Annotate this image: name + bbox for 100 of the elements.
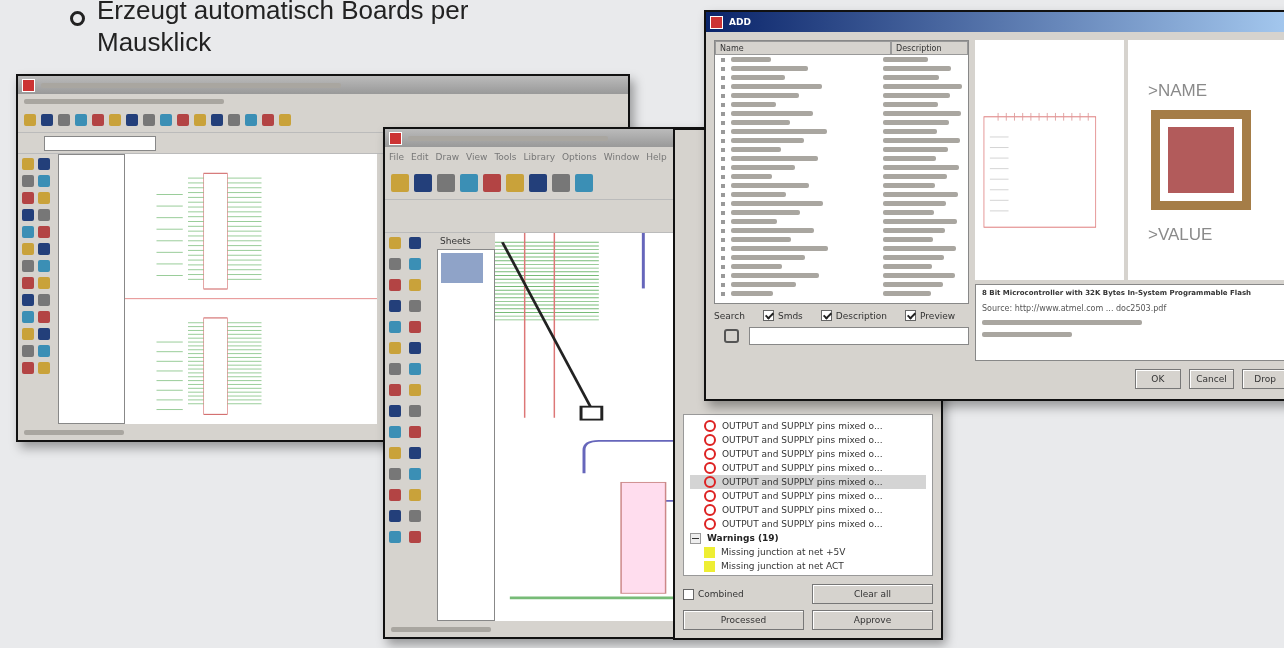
blurred-text <box>731 174 772 179</box>
tool-icon[interactable] <box>38 345 50 357</box>
toolbar-icon[interactable] <box>262 114 274 126</box>
toolbar-icon[interactable] <box>211 114 223 126</box>
search-field[interactable] <box>749 327 969 345</box>
tool-icon[interactable] <box>38 260 50 272</box>
toolbar-icon[interactable] <box>126 114 138 126</box>
error-row[interactable]: OUTPUT and SUPPLY pins mixed o... <box>690 503 926 517</box>
warning-icon <box>704 546 715 558</box>
tool-icon[interactable] <box>409 405 421 417</box>
option-checkbox[interactable]: Preview <box>905 310 956 321</box>
tool-icon[interactable] <box>389 321 401 333</box>
tool-icon[interactable] <box>22 362 34 374</box>
tool-icon[interactable] <box>409 258 421 270</box>
tool-icon[interactable] <box>389 258 401 270</box>
error-row[interactable]: OUTPUT and SUPPLY pins mixed o... <box>690 447 926 461</box>
tool-icon[interactable] <box>38 175 50 187</box>
error-row[interactable]: OUTPUT and SUPPLY pins mixed o... <box>690 489 926 503</box>
toolbar-icon[interactable] <box>143 114 155 126</box>
column-header[interactable]: Name <box>715 41 891 55</box>
tool-icon[interactable] <box>409 342 421 354</box>
tool-icon[interactable] <box>22 345 34 357</box>
tool-icon[interactable] <box>409 321 421 333</box>
toolbar-icon[interactable] <box>75 114 87 126</box>
tool-icon[interactable] <box>38 226 50 238</box>
tool-icon[interactable] <box>38 328 50 340</box>
tool-icon[interactable] <box>389 489 401 501</box>
tool-icon[interactable] <box>409 447 421 459</box>
toolbar-icon[interactable] <box>41 114 53 126</box>
error-row[interactable]: OUTPUT and SUPPLY pins mixed o... <box>690 517 926 531</box>
error-row[interactable]: OUTPUT and SUPPLY pins mixed o... <box>690 475 926 489</box>
error-icon <box>704 504 716 516</box>
blurred-text <box>883 255 944 260</box>
warning-row[interactable]: Missing junction at net +5V <box>690 545 926 559</box>
warning-row[interactable]: Missing junction at net ACT <box>690 559 926 573</box>
tool-icon[interactable] <box>38 311 50 323</box>
tool-icon[interactable] <box>22 192 34 204</box>
error-icon <box>704 434 716 446</box>
tool-icon[interactable] <box>22 294 34 306</box>
error-row[interactable]: OUTPUT and SUPPLY pins mixed o... <box>690 419 926 433</box>
sheet-thumbnail[interactable] <box>441 253 483 283</box>
tool-icon[interactable] <box>409 363 421 375</box>
dialog-button[interactable]: Cancel <box>1188 369 1235 389</box>
clear-all-button[interactable]: Clear all <box>812 584 933 604</box>
dialog-button[interactable]: OK <box>1135 369 1181 389</box>
tree-group[interactable]: Warnings (19) <box>690 531 926 545</box>
tool-icon[interactable] <box>22 226 34 238</box>
option-checkbox[interactable]: Description <box>820 310 888 321</box>
tool-icon[interactable] <box>22 311 34 323</box>
error-row[interactable]: OUTPUT and SUPPLY pins mixed o... <box>690 433 926 447</box>
tool-icon[interactable] <box>389 279 401 291</box>
warning-icon <box>704 560 715 572</box>
tool-icon[interactable] <box>38 158 50 170</box>
tool-icon[interactable] <box>389 363 401 375</box>
tool-icon[interactable] <box>389 510 401 522</box>
tool-icon[interactable] <box>38 209 50 221</box>
bullet-text: Erzeugt automatisch Boards per Mausklick <box>97 0 470 58</box>
tool-icon[interactable] <box>409 531 421 543</box>
toolbar-icon[interactable] <box>245 114 257 126</box>
dialog-button[interactable]: Drop <box>1242 369 1284 389</box>
tool-icon[interactable] <box>389 300 401 312</box>
tool-icon[interactable] <box>22 175 34 187</box>
toolbar-icon[interactable] <box>58 114 70 126</box>
toolbar-icon[interactable] <box>228 114 240 126</box>
blurred-text <box>883 156 936 161</box>
column-header[interactable]: Description <box>891 41 968 55</box>
blurred-text <box>731 93 799 98</box>
combined-checkbox[interactable]: Combined <box>683 584 804 604</box>
tool-icon[interactable] <box>22 277 34 289</box>
tool-icon[interactable] <box>38 294 50 306</box>
name-label: >NAME <box>1148 81 1208 100</box>
tool-icon[interactable] <box>409 468 421 480</box>
blurred-text <box>883 237 933 242</box>
search-label: Search <box>714 310 745 321</box>
toolbar-icon[interactable] <box>177 114 189 126</box>
layer-dropdown[interactable] <box>44 135 156 151</box>
toolbar-icon[interactable] <box>160 114 172 126</box>
toolbar-icon[interactable] <box>92 114 104 126</box>
tool-icon[interactable] <box>389 426 401 438</box>
expander-icon[interactable] <box>690 532 701 544</box>
tool-icon[interactable] <box>38 243 50 255</box>
blurred-text <box>883 75 939 80</box>
tool-icon[interactable] <box>409 510 421 522</box>
approve-button[interactable]: Approve <box>812 610 933 630</box>
tool-icon[interactable] <box>409 300 421 312</box>
blurred-text <box>883 102 938 107</box>
tool-icon[interactable] <box>409 426 421 438</box>
option-checkbox[interactable]: Smds <box>762 310 803 321</box>
processed-button[interactable]: Processed <box>683 610 804 630</box>
error-icon <box>704 448 716 460</box>
tool-icon[interactable] <box>409 237 421 249</box>
tool-icon[interactable] <box>389 384 401 396</box>
tool-icon[interactable] <box>389 531 401 543</box>
tool-icon[interactable] <box>22 260 34 272</box>
blurred-text <box>883 147 948 152</box>
bullet-icon <box>70 11 85 26</box>
tool-icon[interactable] <box>389 468 401 480</box>
error-icon <box>704 420 716 432</box>
tool-icon[interactable] <box>389 405 401 417</box>
tool-icon[interactable] <box>22 209 34 221</box>
